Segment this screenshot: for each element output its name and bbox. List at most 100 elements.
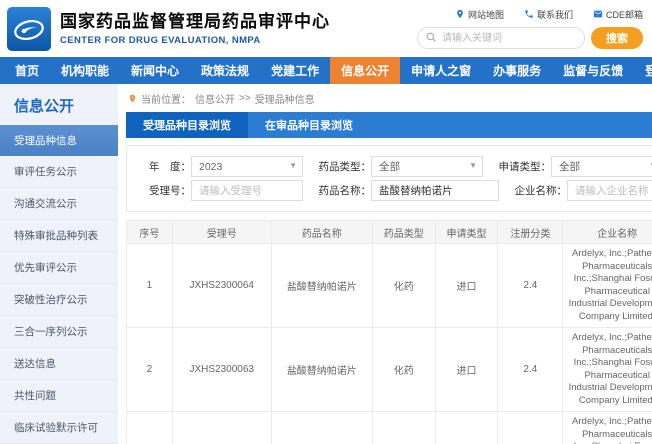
cell-acceptance_no: JXHS2300063 [172,328,271,412]
table-row: 3JXHS2300062盐酸替纳帕诺片化药进口2.4Ardelyx, Inc.;… [127,412,652,444]
header-quick-links: 网站地图 联系我们 CDE邮箱 [455,8,643,21]
drug-name-input[interactable] [371,180,499,201]
tab-bar: 受理品种目录浏览在审品种目录浏览 [126,112,652,138]
site-search [417,27,585,49]
year-select-value: 2023 [199,161,222,173]
location-pin-icon [455,9,465,21]
cell-company: Ardelyx, Inc.;Patheon Pharmaceuticals In… [563,244,652,328]
header-link-联系我们[interactable]: 联系我们 [524,8,573,21]
cell-reg_class: 2.4 [498,328,563,412]
cell-acceptance_no: JXHS2300062 [172,412,271,444]
breadcrumb-current: 受理品种信息 [255,91,315,106]
breadcrumb-prefix: 当前位置： [141,91,191,106]
cell-reg_class: 2.4 [498,412,563,444]
column-header-申请类型: 申请类型 [435,221,498,244]
sidebar-title: 信息公开 [0,84,118,125]
phone-icon [524,9,534,21]
nav-item-信息公开[interactable]: 信息公开 [330,57,400,84]
cell-apply_type: 进口 [435,328,498,412]
header-link-网站地图[interactable]: 网站地图 [455,8,504,21]
cde-logo [7,7,51,51]
company-name-label: 企业名称： [509,183,567,198]
sidebar-item-临床试验默示许可[interactable]: 临床试验默示许可 [0,412,118,444]
header-link-CDE邮箱[interactable]: CDE邮箱 [593,8,643,21]
drug-name-label: 药品名称： [313,183,371,198]
table-row: 2JXHS2300063盐酸替纳帕诺片化药进口2.4Ardelyx, Inc.;… [127,328,652,412]
nav-item-办事服务[interactable]: 办事服务 [482,57,552,84]
sidebar-item-沟通交流公示[interactable]: 沟通交流公示 [0,188,118,220]
site-header: 国家药品监督管理局药品审评中心 CENTER FOR DRUG EVALUATI… [0,0,652,57]
header-link-label: CDE邮箱 [606,8,643,21]
column-header-注册分类: 注册分类 [498,221,563,244]
sidebar-item-共性问题[interactable]: 共性问题 [0,380,118,412]
nav-item-登记备案平台[interactable]: 登记备案平台 [634,57,652,84]
cell-drug_name: 盐酸替纳帕诺片 [271,244,372,328]
column-header-序号: 序号 [127,221,173,244]
mail-icon [593,9,603,21]
chevron-down-icon: ▼ [289,161,297,170]
header-link-label: 联系我们 [537,8,573,21]
table-row: 1JXHS2300064盐酸替纳帕诺片化药进口2.4Ardelyx, Inc.;… [127,244,652,328]
sidebar-item-送达信息[interactable]: 送达信息 [0,348,118,380]
cell-drug_name: 盐酸替纳帕诺片 [271,328,372,412]
tab-在审品种目录浏览[interactable]: 在审品种目录浏览 [248,112,370,138]
tab-受理品种目录浏览[interactable]: 受理品种目录浏览 [126,112,248,138]
column-header-企业名称: 企业名称 [563,221,652,244]
nav-item-首页[interactable]: 首页 [4,57,50,84]
nav-item-机构职能[interactable]: 机构职能 [50,57,120,84]
search-icon [425,31,438,44]
search-button[interactable]: 搜索 [591,27,643,49]
cell-no: 3 [127,412,173,444]
filter-panel: 年 度： 2023 ▼ 药品类型： 全部 ▼ 申请类型： 全部 ▼ [126,145,652,212]
cell-no: 2 [127,328,173,412]
cell-apply_type: 进口 [435,412,498,444]
column-header-药品类型: 药品类型 [372,221,435,244]
cell-apply_type: 进口 [435,244,498,328]
drug-type-select-value: 全部 [379,159,400,174]
apply-type-label: 申请类型： [493,159,551,174]
breadcrumb-separator: >> [239,93,251,104]
location-pin-icon [128,93,137,104]
site-title: 国家药品监督管理局药品审评中心 [60,12,417,32]
cell-drug_type: 化药 [372,244,435,328]
acceptance-no-input[interactable] [191,180,303,201]
sidebar-item-特殊审批品种列表[interactable]: 特殊审批品种列表 [0,220,118,252]
sidebar-item-三合一序列公示[interactable]: 三合一序列公示 [0,316,118,348]
chevron-down-icon: ▼ [469,161,477,170]
sidebar-item-审评任务公示[interactable]: 审评任务公示 [0,156,118,188]
year-select[interactable]: 2023 ▼ [191,156,303,177]
sidebar: 信息公开 受理品种信息审评任务公示沟通交流公示特殊审批品种列表优先审评公示突破性… [0,84,118,444]
cell-company: Ardelyx, Inc.;Patheon Pharmaceuticals In… [563,412,652,444]
company-name-input[interactable] [567,180,652,201]
apply-type-select[interactable]: 全部 ▼ [551,156,652,177]
breadcrumb: 当前位置： 信息公开 >> 受理品种信息 [126,84,652,112]
cell-drug_type: 化药 [372,412,435,444]
main-nav: 首页机构职能新闻中心政策法规党建工作信息公开申请人之窗办事服务监督与反馈登记备案… [0,57,652,84]
drug-type-select[interactable]: 全部 ▼ [371,156,483,177]
nav-item-新闻中心[interactable]: 新闻中心 [120,57,190,84]
header-link-label: 网站地图 [468,8,504,21]
breadcrumb-section[interactable]: 信息公开 [195,91,235,106]
acceptance-no-label: 受理号： [133,183,191,198]
nav-item-政策法规[interactable]: 政策法规 [190,57,260,84]
column-header-受理号: 受理号 [172,221,271,244]
records-table: 序号受理号药品名称药品类型申请类型注册分类企业名称承办日期 1JXHS23000… [126,220,652,444]
nav-item-党建工作[interactable]: 党建工作 [260,57,330,84]
cell-acceptance_no: JXHS2300064 [172,244,271,328]
cell-no: 1 [127,244,173,328]
cell-drug_type: 化药 [372,328,435,412]
cell-company: Ardelyx, Inc.;Patheon Pharmaceuticals In… [563,328,652,412]
column-header-药品名称: 药品名称 [271,221,372,244]
nav-item-申请人之窗[interactable]: 申请人之窗 [400,57,482,84]
apply-type-select-value: 全部 [559,159,580,174]
cell-drug_name: 盐酸替纳帕诺片 [271,412,372,444]
cell-reg_class: 2.4 [498,244,563,328]
sidebar-item-优先审评公示[interactable]: 优先审评公示 [0,252,118,284]
year-label: 年 度： [133,159,191,174]
nav-item-监督与反馈[interactable]: 监督与反馈 [552,57,634,84]
search-input[interactable] [417,27,585,49]
site-subtitle: CENTER FOR DRUG EVALUATION, NMPA [60,35,417,46]
drug-type-label: 药品类型： [313,159,371,174]
sidebar-item-突破性治疗公示[interactable]: 突破性治疗公示 [0,284,118,316]
sidebar-item-受理品种信息[interactable]: 受理品种信息 [0,125,118,156]
